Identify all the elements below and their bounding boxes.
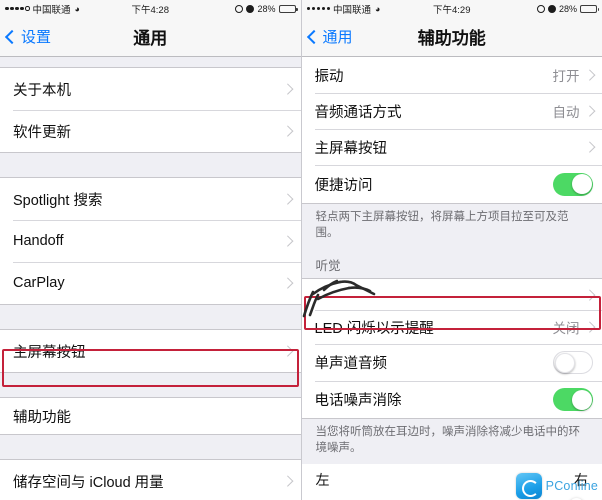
row-label: 主屏幕按钮 xyxy=(314,140,388,157)
list-gap xyxy=(0,153,301,177)
list-item-hearing-devices[interactable] xyxy=(301,279,602,311)
chevron-right-icon xyxy=(282,235,294,247)
back-button-settings[interactable]: 设置 xyxy=(0,26,51,47)
row-label: 辅助功能 xyxy=(13,409,71,426)
list-gap xyxy=(0,373,301,397)
row-label: 单声道音频 xyxy=(314,356,388,373)
chevron-right-icon xyxy=(282,125,294,137)
chevron-right-icon xyxy=(282,475,294,487)
chevron-right-icon xyxy=(583,141,595,153)
sidebar-item-about[interactable]: 关于本机 xyxy=(0,68,301,110)
chevron-right-icon xyxy=(583,69,595,81)
footnote-noise-cancellation: 当您将听筒放在耳边时，噪声消除将减少电话中的环境噪声。 xyxy=(301,419,602,465)
back-button-label: 通用 xyxy=(322,29,353,46)
left-nav-bar: 设置 通用 xyxy=(0,17,301,57)
pconline-logo-icon xyxy=(515,473,542,499)
list-gap xyxy=(0,435,301,459)
chevron-right-icon xyxy=(282,83,294,95)
alarm-icon xyxy=(547,4,556,13)
battery-percent-label: 28% xyxy=(257,3,276,14)
left-status-bar: 中国联通 ◕ 下午4:28 28% xyxy=(0,0,301,17)
reachability-toggle[interactable] xyxy=(553,172,593,196)
row-label: CarPlay xyxy=(13,275,65,291)
row-label: Spotlight 搜索 xyxy=(13,192,103,209)
right-phone-screen: 中国联通 ◕ 下午4:29 28% 通用 辅助功能 振动 打开 音频通话方式 自… xyxy=(301,0,602,500)
battery-percent-label: 28% xyxy=(558,3,577,14)
left-phone-screen: 中国联通 ◕ 下午4:28 28% 设置 通用 关于本机 软件更新 Spotli… xyxy=(0,0,302,500)
list-item-reachability[interactable]: 便捷访问 xyxy=(301,165,602,203)
list-group-accessibility: 辅助功能 xyxy=(0,397,301,435)
list-item-vibrate[interactable]: 振动 打开 xyxy=(301,57,602,93)
list-item-home-button[interactable]: 主屏幕按钮 xyxy=(301,129,602,165)
row-label: 储存空间与 iCloud 用量 xyxy=(13,474,164,491)
row-label: 电话噪声消除 xyxy=(314,393,402,410)
sidebar-item-storage-icloud[interactable]: 储存空间与 iCloud 用量 xyxy=(0,460,301,500)
list-group-interaction: 振动 打开 音频通话方式 自动 主屏幕按钮 便捷访问 xyxy=(301,57,602,204)
sidebar-item-carplay[interactable]: CarPlay xyxy=(0,262,301,304)
list-group-storage: 储存空间与 iCloud 用量 后台应用刷新 xyxy=(0,459,301,500)
sidebar-item-accessibility[interactable]: 辅助功能 xyxy=(0,398,301,434)
list-group-hearing: LED 闪烁以示提醒 关闭 单声道音频 电话噪声消除 xyxy=(301,278,602,420)
row-label: 音频通话方式 xyxy=(314,104,402,121)
dual-screenshot-stage: 中国联通 ◕ 下午4:28 28% 设置 通用 关于本机 软件更新 Spotli… xyxy=(0,0,602,500)
battery-icon xyxy=(580,4,599,13)
back-button-label: 设置 xyxy=(21,29,52,46)
row-label: 关于本机 xyxy=(13,82,71,99)
list-gap xyxy=(0,305,301,329)
row-label: 软件更新 xyxy=(13,124,71,141)
back-button-general[interactable]: 通用 xyxy=(302,26,353,47)
row-value: 打开 xyxy=(552,69,580,84)
alarm-icon xyxy=(246,4,255,13)
chevron-right-icon xyxy=(583,105,595,117)
rotation-lock-icon xyxy=(235,4,244,13)
right-status-right-group: 28% xyxy=(536,3,599,14)
balance-left-label: 左 xyxy=(315,472,330,489)
chevron-left-icon xyxy=(306,29,321,44)
footnote-reachability: 轻点两下主屏幕按钮，将屏幕上方项目拉至可及范围。 xyxy=(301,204,602,250)
sidebar-item-spotlight-search[interactable]: Spotlight 搜索 xyxy=(0,178,301,220)
right-nav-bar: 通用 辅助功能 xyxy=(301,17,602,57)
sidebar-item-software-update[interactable]: 软件更新 xyxy=(0,110,301,152)
list-group-device: 关于本机 软件更新 xyxy=(0,67,301,153)
list-group-home-button: 主屏幕按钮 xyxy=(0,329,301,373)
list-item-mono-audio[interactable]: 单声道音频 xyxy=(301,344,602,382)
list-item-led-flash-alerts[interactable]: LED 闪烁以示提醒 关闭 xyxy=(301,310,602,345)
right-status-bar: 中国联通 ◕ 下午4:29 28% xyxy=(301,0,602,17)
row-label: Handoff xyxy=(13,233,64,249)
chevron-right-icon xyxy=(282,193,294,205)
chevron-right-icon xyxy=(282,277,294,289)
list-group-features: Spotlight 搜索 Handoff CarPlay xyxy=(0,177,301,305)
row-label: 便捷访问 xyxy=(314,177,373,194)
left-settings-list[interactable]: 关于本机 软件更新 Spotlight 搜索 Handoff CarPlay 主… xyxy=(0,57,301,500)
list-item-audio-call-routing[interactable]: 音频通话方式 自动 xyxy=(301,93,602,129)
section-header-hearing: 听觉 xyxy=(301,249,602,279)
list-gap xyxy=(0,57,301,67)
chevron-right-icon xyxy=(282,345,294,357)
phone-noise-cancellation-toggle[interactable] xyxy=(553,388,593,412)
row-label: 主屏幕按钮 xyxy=(13,344,86,361)
pconline-watermark-label: PConline xyxy=(545,479,598,493)
row-label: 振动 xyxy=(314,68,344,85)
sidebar-item-handoff[interactable]: Handoff xyxy=(0,220,301,262)
chevron-right-icon xyxy=(583,289,595,300)
row-value: 关闭 xyxy=(552,321,580,337)
right-settings-list[interactable]: 振动 打开 音频通话方式 自动 主屏幕按钮 便捷访问 轻点两下主屏幕按钮，将屏幕… xyxy=(301,57,602,500)
row-label: LED 闪烁以示提醒 xyxy=(314,320,434,337)
rotation-lock-icon xyxy=(536,4,545,13)
battery-icon xyxy=(278,4,298,13)
pconline-watermark: PConline xyxy=(515,473,598,499)
left-status-right-group: 28% xyxy=(235,3,298,14)
mono-audio-toggle[interactable] xyxy=(553,351,593,375)
list-item-phone-noise-cancellation[interactable]: 电话噪声消除 xyxy=(301,381,602,419)
chevron-left-icon xyxy=(4,29,20,44)
chevron-right-icon xyxy=(583,321,595,333)
sidebar-item-home-button[interactable]: 主屏幕按钮 xyxy=(0,330,301,372)
row-value: 自动 xyxy=(552,105,580,120)
